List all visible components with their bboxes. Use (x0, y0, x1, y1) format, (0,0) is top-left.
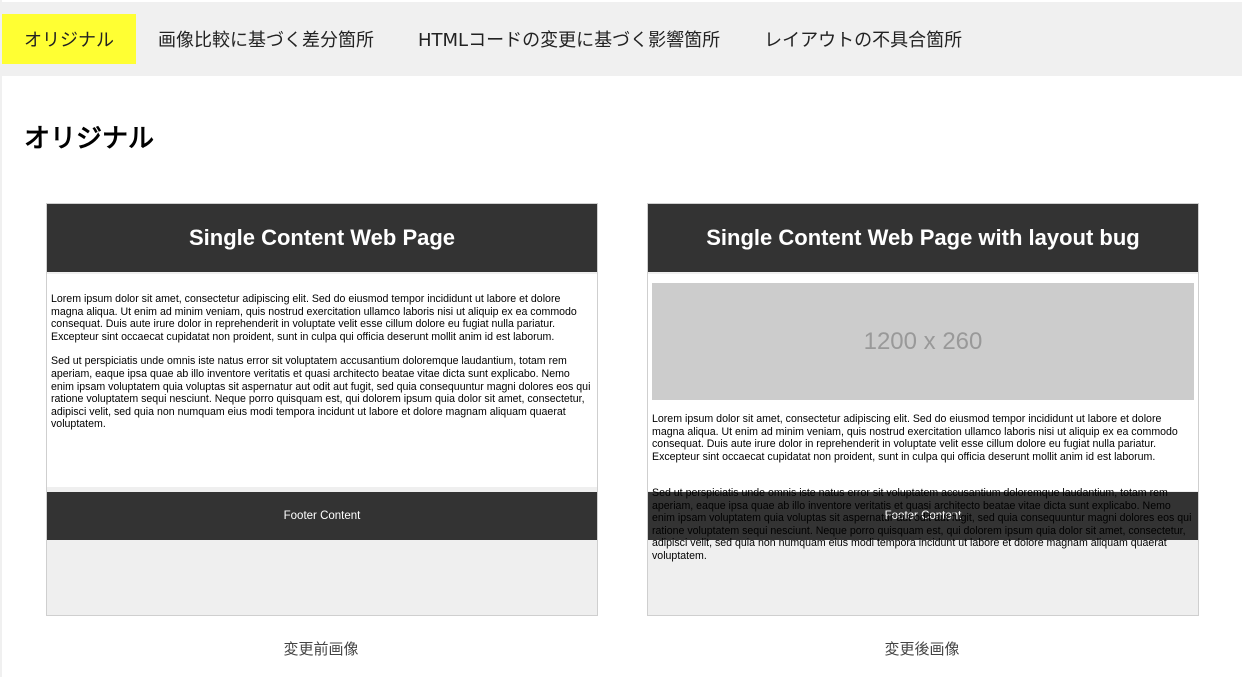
mock-footer: Footer Content (47, 492, 597, 540)
mock-content: Lorem ipsum dolor sit amet, consectetur … (47, 274, 597, 487)
mock-paragraph: Lorem ipsum dolor sit amet, consectetur … (652, 413, 1178, 463)
after-screenshot: Single Content Web Page with layout bug … (647, 203, 1199, 616)
mock-header: Single Content Web Page (47, 204, 597, 272)
left-frame-border (0, 0, 2, 677)
before-caption: 変更前画像 (283, 640, 359, 658)
mock-paragraph: Lorem ipsum dolor sit amet, consectetur … (51, 293, 577, 343)
image-placeholder: 1200 x 260 (652, 283, 1194, 400)
tab-image-diff[interactable]: 画像比較に基づく差分箇所 (136, 14, 396, 64)
tab-original[interactable]: オリジナル (2, 14, 136, 64)
mock-header: Single Content Web Page with layout bug (648, 204, 1198, 272)
tab-html-impact[interactable]: HTMLコードの変更に基づく影響箇所 (396, 14, 742, 64)
before-screenshot: Single Content Web Page Lorem ipsum dolo… (46, 203, 598, 616)
tab-bar: オリジナル 画像比較に基づく差分箇所 HTMLコードの変更に基づく影響箇所 レイ… (2, 2, 1242, 76)
tab-layout-bugs[interactable]: レイアウトの不具合箇所 (742, 14, 984, 64)
page-title: オリジナル (24, 124, 155, 154)
after-caption: 変更後画像 (884, 640, 960, 658)
mock-paragraph: Sed ut perspiciatis unde omnis iste natu… (51, 355, 591, 431)
mock-paragraph-overlapping: Sed ut perspiciatis unde omnis iste natu… (652, 487, 1192, 562)
